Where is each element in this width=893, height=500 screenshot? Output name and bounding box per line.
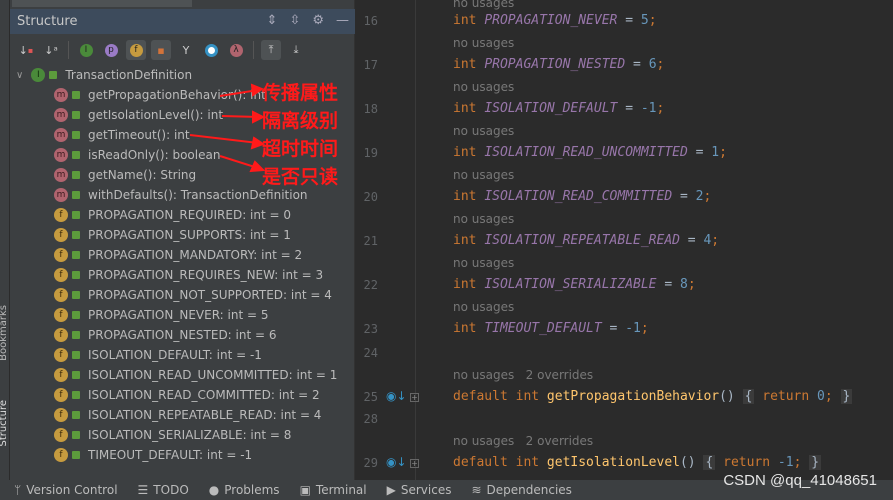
todo-tab[interactable]: ☰ TODO xyxy=(138,483,189,497)
annotation: 是否只读 xyxy=(262,166,339,188)
terminal-tab[interactable]: ▣ Terminal xyxy=(300,483,367,497)
dependencies-icon: ≋ xyxy=(471,483,482,497)
warning-icon: ● xyxy=(208,483,220,497)
services-tab[interactable]: ▶ Services xyxy=(387,483,452,497)
annotation: 传播属性 xyxy=(262,82,339,104)
annotation: 超时时间 xyxy=(262,138,339,160)
dependencies-tab[interactable]: ≋ Dependencies xyxy=(471,483,571,497)
watermark: CSDN @qq_41048651 xyxy=(723,472,877,489)
annotation: 隔离级别 xyxy=(262,110,339,132)
services-icon: ▶ xyxy=(386,483,396,497)
terminal-icon: ▣ xyxy=(299,483,311,497)
list-icon: ☰ xyxy=(137,483,149,497)
problems-tab[interactable]: ● Problems xyxy=(209,483,280,497)
annotation-arrows xyxy=(189,83,266,173)
branch-icon: ᛘ xyxy=(14,483,22,497)
version-control-tab[interactable]: ᛘ Version Control xyxy=(14,483,118,497)
